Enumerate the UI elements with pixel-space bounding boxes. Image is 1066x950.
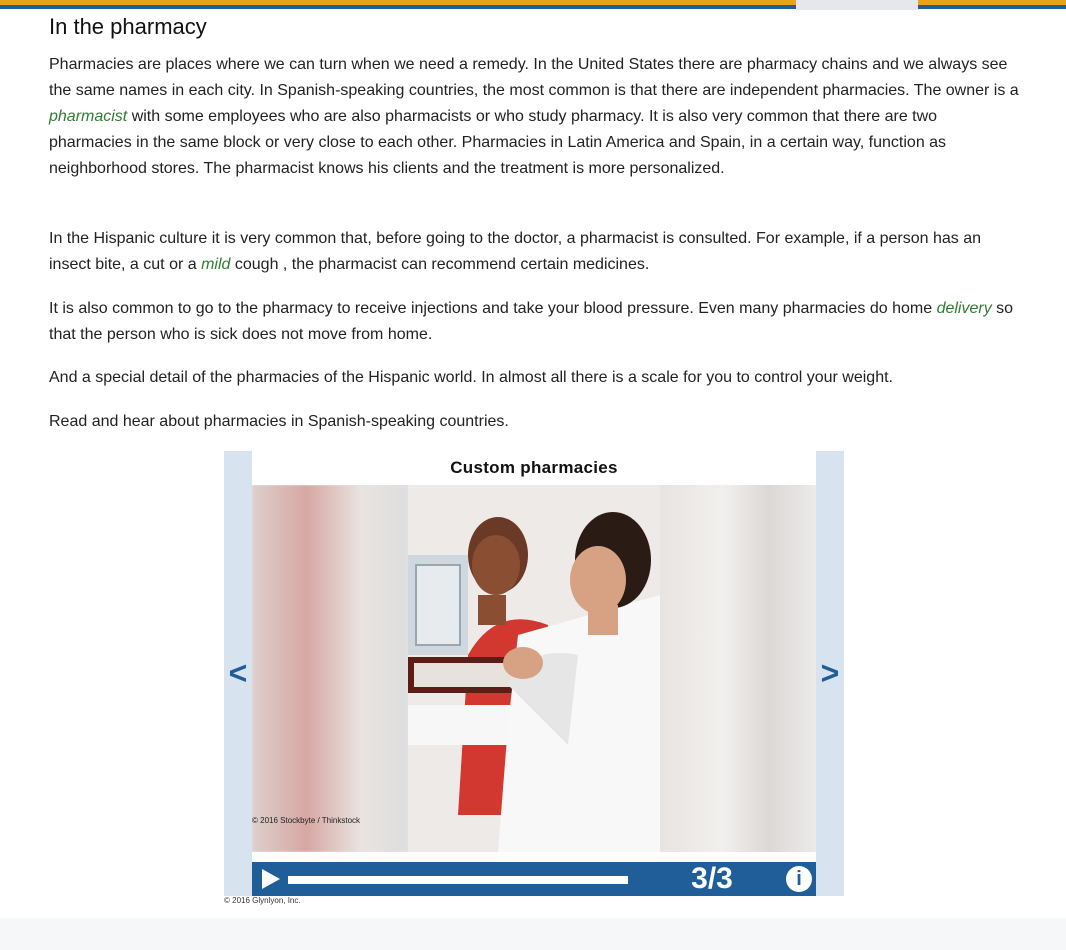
glossary-term-mild[interactable]: mild	[201, 256, 230, 273]
paragraph-2: In the Hispanic culture it is very commo…	[49, 226, 1019, 278]
slide-counter: 3/3	[691, 862, 733, 895]
previous-slide-button[interactable]: <	[224, 656, 252, 690]
progress-bar[interactable]	[288, 876, 628, 884]
paragraph-5: Read and hear about pharmacies in Spanis…	[49, 413, 509, 430]
pharmacist-weighing-customer-photo	[408, 485, 660, 852]
photo-blurred-left-edge	[252, 485, 408, 852]
glossary-term-pharmacist[interactable]: pharmacist	[49, 108, 127, 125]
slideshow-controls: 3/3 i	[252, 862, 816, 896]
footer-copyright: © 2016 Glynlyon, Inc.	[224, 896, 301, 905]
page-title: In the pharmacy	[49, 14, 207, 39]
bottom-strip	[0, 918, 1066, 950]
slide-frame: Custom pharmacies © 2016 Stockbyte / Thi…	[252, 451, 816, 896]
photo-blurred-right-edge	[660, 485, 816, 852]
lesson-content: In the pharmacy Pharmacies are places wh…	[49, 12, 1019, 430]
glossary-term-delivery[interactable]: delivery	[937, 300, 992, 317]
slide-photo: © 2016 Stockbyte / Thinkstock	[252, 485, 816, 852]
image-slideshow: < > Custom pharmacies © 2016 Stockbyte /…	[224, 451, 844, 896]
photo-illustration	[408, 485, 660, 852]
next-slide-button[interactable]: >	[816, 656, 844, 690]
top-tab[interactable]	[796, 0, 918, 10]
paragraph-4: And a special detail of the pharmacies o…	[49, 369, 893, 386]
top-bar	[0, 0, 1066, 10]
paragraph-2-text-b: cough , the pharmacist can recommend cer…	[230, 256, 650, 273]
slide-title: Custom pharmacies	[450, 458, 618, 477]
paragraph-3: It is also common to go to the pharmacy …	[49, 296, 1019, 348]
paragraph-1-text-b: with some employees who are also pharmac…	[49, 108, 947, 177]
info-icon[interactable]: i	[786, 866, 812, 892]
photo-credit: © 2016 Stockbyte / Thinkstock	[252, 816, 361, 825]
paragraph-1-text-a: Pharmacies are places where we can turn …	[49, 56, 1019, 99]
play-icon[interactable]	[262, 869, 280, 889]
paragraph-3-text-a: It is also common to go to the pharmacy …	[49, 300, 937, 317]
paragraph-1: Pharmacies are places where we can turn …	[49, 52, 1019, 182]
